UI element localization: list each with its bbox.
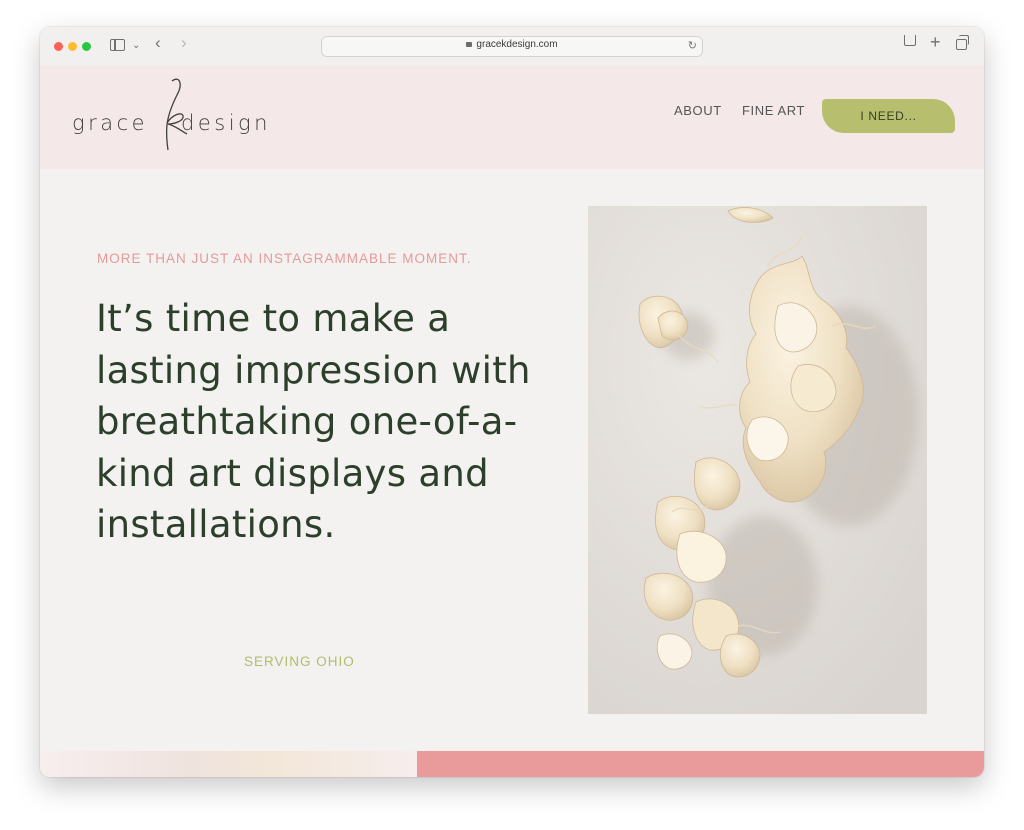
i-need-button[interactable]: I NEED...: [822, 99, 955, 133]
nav-about[interactable]: ABOUT: [674, 103, 722, 118]
new-tab-icon[interactable]: +: [930, 33, 941, 51]
logo-word-grace: grace: [72, 111, 149, 135]
address-bar[interactable]: gracekdesign.com ↻: [321, 36, 703, 57]
art-installation-photo: [588, 206, 927, 714]
share-icon[interactable]: [904, 35, 916, 46]
sidebar-icon[interactable]: [110, 39, 125, 51]
address-text-wrap: gracekdesign.com: [322, 39, 702, 50]
hero-headline: It’s time to make a lasting impression w…: [96, 297, 531, 546]
close-dot[interactable]: [54, 42, 63, 51]
site-header: grace design ABOUT FINE ART I NEED...: [40, 65, 984, 169]
logo-word-design: design: [181, 111, 271, 135]
ribbon-sculpture-image: [588, 206, 927, 714]
browser-toolbar: ⌄ ‹ › gracekdesign.com ↻ +: [40, 27, 984, 66]
zoom-dot[interactable]: [82, 42, 91, 51]
tab-overview-icon[interactable]: [956, 35, 969, 50]
back-icon[interactable]: ‹: [155, 34, 161, 52]
lock-icon: [466, 42, 473, 47]
next-section-pink-panel: [417, 751, 984, 777]
forward-icon[interactable]: ›: [181, 34, 187, 52]
browser-window: ⌄ ‹ › gracekdesign.com ↻ + grace design …: [40, 27, 984, 777]
serving-area: SERVING OHIO: [244, 654, 355, 669]
hero-eyebrow: MORE THAN JUST AN INSTAGRAMMABLE MOMENT.: [97, 251, 472, 266]
reload-icon[interactable]: ↻: [688, 39, 697, 52]
next-section-image-strip: [40, 751, 417, 777]
chevron-down-icon[interactable]: ⌄: [132, 37, 140, 55]
minimize-dot[interactable]: [68, 42, 77, 51]
nav-fine-art[interactable]: FINE ART: [742, 103, 805, 118]
address-text: gracekdesign.com: [476, 39, 558, 50]
